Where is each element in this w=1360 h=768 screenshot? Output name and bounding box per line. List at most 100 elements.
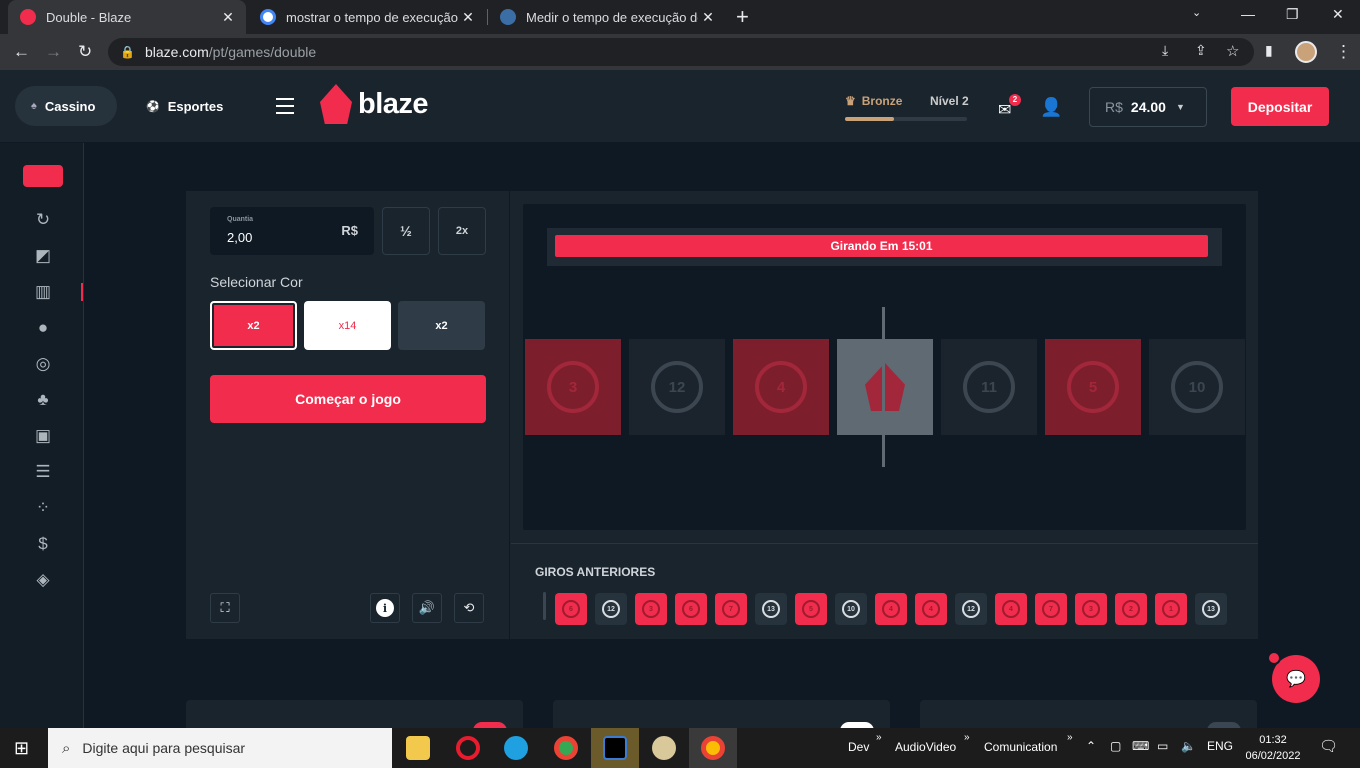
history-number: 7 [722,600,740,618]
amount-value[interactable]: 2,00 [227,230,252,245]
forward-icon[interactable]: → [45,42,62,62]
double-bet-button[interactable]: 2x [438,207,486,255]
opera-app[interactable] [444,728,492,768]
deposit-button[interactable]: Depositar [1231,87,1329,126]
browser-tab-blaze[interactable]: Double - Blaze ✕ [8,0,246,34]
sidebar-cashback-icon[interactable]: $ [32,533,54,555]
previous-spins: GIROS ANTERIORES 6 12 3 6 7 13 5 10 4 4 12 4 7 3 2 1 13 [511,543,1258,639]
sidebar-dice-icon[interactable]: ⁘ [32,497,54,519]
amount-label: Quantia [227,216,254,223]
browser-tab-medir[interactable]: Medir o tempo de execução de u ✕ [488,0,726,34]
color-red-button[interactable]: x2 [210,301,297,350]
previous-spins-label: GIROS ANTERIORES [535,565,656,579]
history-number: 5 [802,600,820,618]
cards-icon: ♠ [31,100,37,112]
rank-badge[interactable]: ♛ Bronze [845,94,902,108]
chrome-app[interactable] [542,728,590,768]
meet-now-icon[interactable]: ▢ [1110,739,1121,753]
sidebar-mines-icon[interactable]: ● [32,317,54,339]
toolbar-expand-icon[interactable]: » [876,732,882,743]
history-icon[interactable]: ⟲ [454,593,484,623]
new-tab-icon[interactable]: + [736,4,749,30]
minimize-icon[interactable]: — [1241,6,1255,22]
tile-number: 12 [651,361,703,413]
network-icon[interactable]: ▭ [1157,739,1168,753]
close-tab-icon[interactable]: ✕ [458,9,478,26]
sidebar-recent-icon[interactable]: ↻ [32,209,54,231]
system-clock[interactable]: 01:32 06/02/2022 [1240,732,1306,764]
paint-app[interactable] [640,728,688,768]
color-white-button[interactable]: x14 [304,301,391,350]
amount-input[interactable]: Quantia 2,00 R$ [210,207,374,255]
share-icon[interactable]: ⇪ [1195,42,1207,59]
intellij-app[interactable] [591,728,639,768]
browser-tab-google[interactable]: mostrar o tempo de execução jav ✕ [248,0,486,34]
taskbar-search-input[interactable]: ⌕ Digite aqui para pesquisar [48,728,392,768]
history-number: 12 [602,600,620,618]
toolbar-expand-icon[interactable]: » [1067,732,1073,743]
toolbar-comunication[interactable]: Comunication [984,740,1057,754]
sidebar-promo-button[interactable] [23,165,63,187]
spin-timer: Girando Em 15:01 [555,235,1208,257]
hamburger-menu-icon[interactable] [276,98,294,114]
history-number: 4 [1002,600,1020,618]
close-window-icon[interactable]: ✕ [1332,6,1344,23]
address-bar[interactable]: 🔒 blaze.com/pt/games/double [108,38,1254,66]
blaze-logo[interactable]: blaze [320,84,429,124]
sidebar-more-games-icon[interactable]: ◈ [32,569,54,591]
sidebar-live-tv-icon[interactable]: ▣ [32,425,54,447]
edge-app[interactable] [492,728,540,768]
side-panel-icon[interactable]: ▮ [1265,42,1273,59]
sidebar-crash-icon[interactable]: ◩ [32,245,54,267]
sound-icon[interactable]: 🔊 [412,593,442,623]
balance-amount: 24.00 [1130,99,1166,115]
half-bet-button[interactable]: ½ [382,207,430,255]
casino-label: Cassino [44,98,96,114]
blaze-flame-icon [865,363,905,411]
casino-button[interactable]: ♠ Cassino [15,86,117,126]
chrome-profile-app[interactable] [689,728,737,768]
windows-start-icon[interactable]: ⊞ [14,738,29,759]
sidebar-roulette-icon[interactable]: ◎ [32,353,54,375]
balance-dropdown[interactable]: R$ 24.00 ▼ [1089,87,1207,127]
mail-count-badge: 2 [1009,94,1021,106]
toolbar-dev[interactable]: Dev [848,740,869,754]
start-game-button[interactable]: Começar o jogo [210,375,486,423]
info-button[interactable]: i [370,593,400,623]
input-indicator-icon[interactable]: ⌨ [1132,739,1149,753]
close-tab-icon[interactable]: ✕ [218,9,238,26]
info-icon: i [376,599,394,617]
language-indicator[interactable]: ENG [1207,739,1233,753]
color-black-button[interactable]: x2 [398,301,485,350]
back-icon[interactable]: ← [13,42,30,62]
show-hidden-icons-icon[interactable]: ⌃ [1086,739,1096,753]
tile-number: 3 [547,361,599,413]
sidebar-table-games-icon[interactable]: ☰ [32,461,54,483]
install-icon[interactable]: ⤓ [1162,42,1168,59]
volume-icon[interactable]: 🔈 [1181,739,1196,753]
toolbar-audiovideo[interactable]: AudioVideo [895,740,956,754]
sidebar-double-icon[interactable]: ▥ [32,281,54,303]
tab-title: Medir o tempo de execução de u [526,9,698,25]
folder-icon [406,736,430,760]
site-favicon-icon [500,9,516,25]
file-explorer-app[interactable] [394,728,442,768]
fullscreen-icon[interactable]: ⛶ [210,593,240,623]
notifications-icon[interactable]: 🗨 [1319,737,1338,755]
more-menu-icon[interactable]: ⋮ [1335,42,1352,62]
reload-icon[interactable]: ↻ [78,42,92,62]
close-tab-icon[interactable]: ✕ [698,9,718,26]
sports-label: Esportes [167,98,224,114]
toolbar-expand-icon[interactable]: » [964,732,970,743]
restore-icon[interactable]: ❐ [1286,6,1299,23]
history-number: 2 [1122,600,1140,618]
sports-button[interactable]: ⚽ Esportes [130,86,230,126]
tab-search-icon[interactable]: ⌄ [1192,6,1201,19]
history-number: 7 [1042,600,1060,618]
rank-label: Bronze [861,94,903,108]
bookmark-star-icon[interactable]: ☆ [1226,42,1239,60]
sidebar-slots-icon[interactable]: ♣ [32,389,54,411]
user-icon[interactable]: 👤 [1040,97,1062,118]
soccer-ball-icon: ⚽ [146,100,160,113]
profile-avatar[interactable] [1295,41,1317,63]
